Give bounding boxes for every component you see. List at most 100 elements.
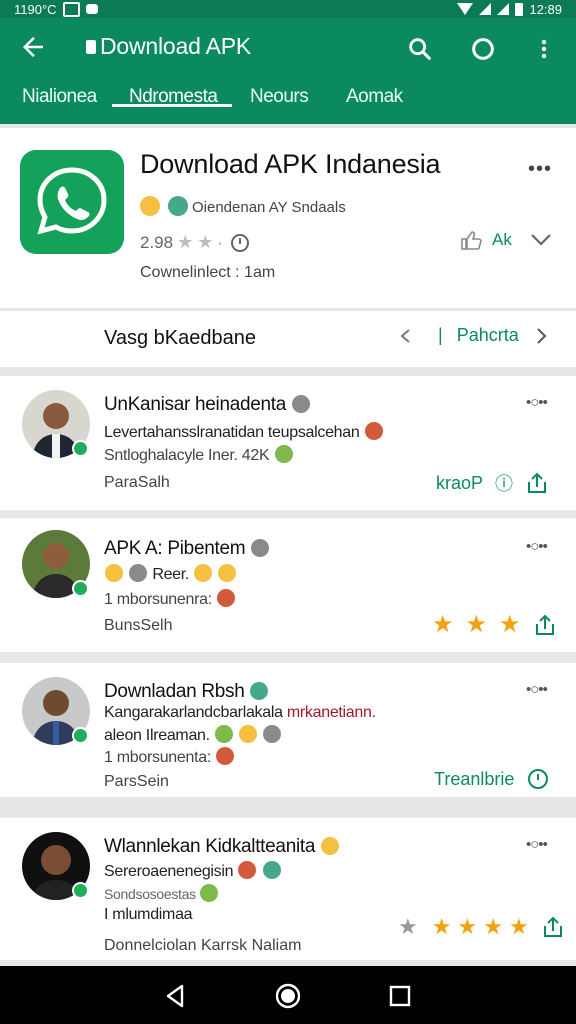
verified-badge	[72, 882, 89, 899]
notification-icon	[85, 4, 98, 14]
review-subtext: Sondsosoestas	[104, 884, 219, 902]
review-card: UnKanisar heinadenta •○•• Levertahansslr…	[0, 376, 576, 510]
reviewer-name: Downladan Rbsh	[104, 681, 269, 703]
review-subtext: 1 mborsunenta:	[104, 747, 235, 767]
avatar[interactable]	[22, 390, 94, 462]
review-author: ParsSein	[104, 773, 169, 790]
signal-icon-2	[497, 3, 510, 15]
star-icon: ★	[483, 914, 503, 939]
share-row: Ak	[460, 230, 552, 250]
share-icon[interactable]	[541, 916, 565, 938]
dot-separator: ·	[217, 232, 224, 252]
review-action-label[interactable]: Treanlbrie	[434, 769, 514, 790]
review-actions: Treanlbrie	[434, 767, 550, 791]
overflow-menu-icon[interactable]	[532, 35, 556, 63]
emoji-icon	[140, 196, 160, 216]
review-menu-icon[interactable]: •○••	[526, 681, 548, 698]
rating-value: 2.98	[140, 232, 174, 252]
review-subtext-2: I mlumdimaa	[104, 906, 193, 923]
star-icon: ★	[465, 611, 488, 638]
review-actions: kraoP ⓘ	[436, 470, 549, 496]
chevron-right-icon[interactable]	[533, 327, 549, 345]
developer-row: Oiendenan AY Sndaals	[140, 190, 346, 216]
reviewer-name: Wlannlekan Kidkaltteanita	[104, 836, 340, 858]
battery-icon	[515, 2, 524, 16]
review-card: Wlannlekan Kidkaltteanita •○•• Sereroaen…	[0, 818, 576, 960]
emoji-icon	[168, 196, 188, 216]
review-subtext: 1 mborsunenra:	[104, 589, 236, 609]
lock-icon	[86, 39, 96, 54]
search-icon[interactable]	[406, 35, 434, 63]
reviewer-name: UnKanisar heinadenta	[104, 394, 311, 416]
recents-nav-icon[interactable]	[386, 982, 414, 1010]
tab-bar: Nialionea Ndromesta Neours Aomak	[0, 78, 576, 124]
download-info: Cownelinlect : 1am	[140, 264, 276, 281]
review-card: APK A: Pibentem •○•• Reer. 1 mborsunenra…	[0, 518, 576, 652]
app-icon[interactable]	[20, 150, 124, 254]
review-actions: ★ ★ ★	[432, 610, 557, 639]
review-author: BunsSelh	[104, 617, 173, 634]
wifi-icon	[457, 3, 474, 15]
review-text: Kangarakarlandcbarlakala mrkanetiann.	[104, 704, 376, 721]
filter-controls: | Pahcrta	[398, 325, 549, 346]
thumbs-up-icon[interactable]	[460, 230, 482, 250]
review-menu-icon[interactable]: •○••	[526, 394, 548, 411]
review-menu-icon[interactable]: •○••	[526, 538, 548, 555]
verified-badge	[72, 440, 89, 457]
review-author: Donnelciolan Karrsk Naliam	[104, 937, 302, 954]
review-card: Downladan Rbsh •○•• Kangarakarlandcbarla…	[0, 663, 576, 797]
star-icon: ★	[457, 914, 478, 939]
app-bar: Download APK Nialionea Ndromesta Neours …	[0, 18, 576, 124]
status-time-right: 12:89	[529, 1, 562, 17]
circle-icon[interactable]	[469, 35, 497, 63]
filter-row: Vasg bKaedbane | Pahcrta	[0, 311, 576, 367]
reviewer-name: APK A: Pibentem	[104, 538, 270, 560]
page-title: Download APK	[86, 33, 251, 60]
review-text-2: aleon Ilreaman.	[104, 725, 282, 745]
system-nav-bar	[0, 966, 576, 1024]
tab-4[interactable]: Aomak	[346, 86, 403, 124]
star-icon: ★	[197, 232, 214, 252]
share-label[interactable]: Ak	[492, 230, 512, 250]
page-title-text: Download APK	[100, 33, 252, 59]
tab-indicator	[112, 104, 232, 107]
tab-1[interactable]: Nialionea	[22, 86, 97, 124]
share-icon[interactable]	[525, 472, 549, 494]
back-arrow-icon[interactable]	[18, 32, 48, 62]
chevron-down-icon[interactable]	[530, 233, 552, 247]
more-options-icon[interactable]: •••	[528, 158, 552, 181]
home-nav-icon[interactable]	[274, 982, 302, 1010]
gallery-icon	[62, 1, 80, 17]
app-title: Download APK Indanesia	[140, 149, 441, 179]
chevron-left-icon[interactable]	[398, 328, 414, 344]
status-time-left: 1190°C	[14, 1, 57, 17]
clock-icon[interactable]	[526, 767, 550, 791]
filter-right-label[interactable]: Pahcrta	[457, 325, 519, 346]
avatar[interactable]	[22, 832, 94, 904]
review-action-label[interactable]: kraoP	[436, 473, 483, 494]
filter-label: Vasg bKaedbane	[104, 327, 256, 349]
review-text: Sereroaenenegisin	[104, 861, 282, 881]
review-text: Reer.	[104, 564, 237, 584]
back-nav-icon[interactable]	[162, 982, 190, 1010]
clock-icon	[231, 233, 250, 252]
star-icon: ★	[508, 914, 529, 939]
star-icon: ★	[499, 611, 521, 638]
tab-3[interactable]: Neours	[250, 86, 309, 124]
review-actions: ★ ★ ★ ★ ★	[398, 914, 565, 940]
signal-icon	[479, 3, 492, 15]
info-icon[interactable]: ⓘ	[495, 470, 513, 496]
rating-row: 2.98 ★ ★ ·	[140, 232, 250, 253]
star-icon: ★	[398, 914, 418, 939]
review-text: Levertahansslranatidan teupsalcehan	[104, 422, 384, 442]
star-icon: ★	[432, 611, 454, 638]
avatar[interactable]	[22, 530, 94, 602]
separator: |	[438, 325, 443, 345]
verified-badge	[72, 727, 89, 744]
avatar[interactable]	[22, 677, 94, 749]
review-subtext: Sntloghalacyle Iner. 42K	[104, 445, 294, 465]
review-author: ParaSalh	[104, 474, 170, 491]
share-icon[interactable]	[533, 614, 557, 636]
review-menu-icon[interactable]: •○••	[526, 836, 548, 853]
developer-name[interactable]: Oiendenan AY Sndaals	[192, 199, 346, 216]
